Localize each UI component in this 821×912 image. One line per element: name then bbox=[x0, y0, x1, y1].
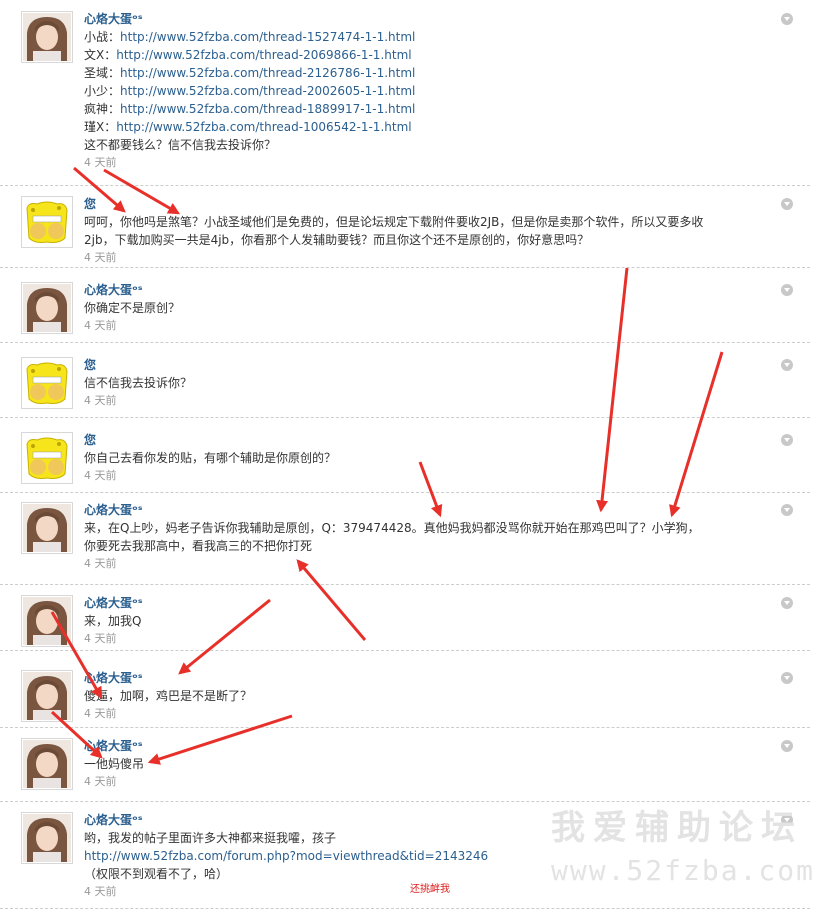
message-line: 来，在Q上吵，妈老子告诉你我辅助是原创，Q：379474428。真他妈我妈都没骂… bbox=[84, 519, 700, 537]
message-item: 心烙大蛋ᵒˢ 你确定不是原创？ 4 天前 bbox=[0, 267, 810, 343]
chevron-down-icon[interactable] bbox=[781, 198, 793, 210]
user-avatar[interactable] bbox=[21, 670, 73, 722]
chevron-down-icon[interactable] bbox=[781, 672, 793, 684]
message-line: 圣域：http://www.52fzba.com/thread-2126786-… bbox=[84, 64, 415, 82]
thread-link[interactable]: http://www.52fzba.com/thread-1889917-1-1… bbox=[120, 102, 415, 116]
timestamp: 4 天前 bbox=[84, 885, 117, 898]
author-name[interactable]: 心烙大蛋ᵒˢ bbox=[84, 811, 142, 829]
message-text: 瑾X： bbox=[84, 120, 117, 134]
author-name[interactable]: 心烙大蛋ᵒˢ bbox=[84, 281, 142, 299]
timestamp: 4 天前 bbox=[84, 707, 117, 720]
timestamp: 4 天前 bbox=[84, 156, 117, 169]
author-name[interactable]: 心烙大蛋ᵒˢ bbox=[84, 501, 142, 519]
message-item: 心烙大蛋ᵒˢ 傻逼，加啊，鸡巴是不是断了？ 4 天前 bbox=[0, 650, 810, 728]
chevron-down-icon[interactable] bbox=[781, 359, 793, 371]
message-line: 这不都要钱么？信不信我去投诉你？ bbox=[84, 136, 276, 154]
author-name[interactable]: 心烙大蛋ᵒˢ bbox=[84, 669, 142, 687]
message-text: 你确定不是原创？ bbox=[84, 301, 181, 315]
timestamp: 4 天前 bbox=[84, 469, 117, 482]
message-text: 一他妈傻吊 bbox=[84, 757, 145, 771]
user-avatar[interactable] bbox=[21, 595, 73, 647]
message-line: 文X：http://www.52fzba.com/thread-2069866-… bbox=[84, 46, 412, 64]
message-line: 信不信我去投诉你？ bbox=[84, 374, 192, 392]
watermark-cn: 我爱辅助论坛 bbox=[551, 808, 803, 848]
message-text: 圣域： bbox=[84, 66, 121, 80]
chevron-down-icon[interactable] bbox=[781, 13, 793, 25]
thread-link[interactable]: http://www.52fzba.com/thread-2069866-1-1… bbox=[116, 48, 411, 62]
timestamp: 4 天前 bbox=[84, 632, 117, 645]
timestamp: 4 天前 bbox=[84, 394, 117, 407]
self-avatar[interactable] bbox=[21, 196, 73, 248]
message-item: 心烙大蛋ᵒˢ 来，在Q上吵，妈老子告诉你我辅助是原创，Q：379474428。真他… bbox=[0, 492, 810, 585]
chevron-down-icon[interactable] bbox=[781, 434, 793, 446]
timestamp: 4 天前 bbox=[84, 775, 117, 788]
thread-link[interactable]: http://www.52fzba.com/thread-1527474-1-1… bbox=[120, 30, 415, 44]
author-name[interactable]: 您 bbox=[84, 195, 96, 213]
chevron-down-icon[interactable] bbox=[781, 284, 793, 296]
message-text: 小少： bbox=[84, 84, 121, 98]
message-line: 你要死去我那高中，看我高三的不把你打死 bbox=[84, 537, 312, 555]
message-line: http://www.52fzba.com/forum.php?mod=view… bbox=[84, 847, 488, 865]
message-line: 2jb，下载加购买一共是4jb，你看那个人发辅助要钱？而且你这个还不是原创的，你… bbox=[84, 231, 589, 249]
chevron-down-icon[interactable] bbox=[781, 740, 793, 752]
message-line: 傻逼，加啊，鸡巴是不是断了？ bbox=[84, 687, 252, 705]
message-text: 傻逼，加啊，鸡巴是不是断了？ bbox=[84, 689, 253, 703]
message-line: 你确定不是原创？ bbox=[84, 299, 180, 317]
message-text: 呵呵，你他吗是煞笔？小战圣域他们是免费的，但是论坛规定下载附件要收2JB，但是你… bbox=[84, 215, 704, 229]
user-avatar[interactable] bbox=[21, 738, 73, 790]
author-name[interactable]: 心烙大蛋ᵒˢ bbox=[84, 594, 142, 612]
self-avatar[interactable] bbox=[21, 357, 73, 409]
message-line: 你自己去看你发的贴，有哪个辅助是你原创的？ bbox=[84, 449, 336, 467]
message-item: 心烙大蛋ᵒˢ 小战：http://www.52fzba.com/thread-15… bbox=[0, 0, 810, 186]
author-name[interactable]: 您 bbox=[84, 431, 96, 449]
timestamp: 4 天前 bbox=[84, 319, 117, 332]
message-item: 您呵呵，你他吗是煞笔？小战圣域他们是免费的，但是论坛规定下载附件要收2JB，但是… bbox=[0, 185, 810, 268]
user-avatar[interactable] bbox=[21, 11, 73, 63]
author-name[interactable]: 心烙大蛋ᵒˢ bbox=[84, 737, 142, 755]
message-item: 心烙大蛋ᵒˢ 一他妈傻吊 4 天前 bbox=[0, 727, 810, 802]
message-text: 疯神： bbox=[84, 102, 121, 116]
message-line: 小少：http://www.52fzba.com/thread-2002605-… bbox=[84, 82, 415, 100]
message-text: 哟，我发的帖子里面许多大神都来挺我嚯，孩子 bbox=[84, 831, 337, 845]
thread-link[interactable]: http://www.52fzba.com/thread-2126786-1-1… bbox=[120, 66, 415, 80]
chevron-down-icon[interactable] bbox=[781, 504, 793, 516]
message-text: 你要死去我那高中，看我高三的不把你打死 bbox=[84, 539, 313, 553]
message-item: 您信不信我去投诉你？ 4 天前 bbox=[0, 342, 810, 418]
message-item: 心烙大蛋ᵒˢ 来，加我Q 4 天前 bbox=[0, 584, 810, 651]
message-text: 你自己去看你发的贴，有哪个辅助是你原创的？ bbox=[84, 451, 337, 465]
message-line: 疯神：http://www.52fzba.com/thread-1889917-… bbox=[84, 100, 415, 118]
message-line: 小战：http://www.52fzba.com/thread-1527474-… bbox=[84, 28, 415, 46]
message-text: 来，加我Q bbox=[84, 614, 142, 628]
message-line: 瑾X：http://www.52fzba.com/thread-1006542-… bbox=[84, 118, 412, 136]
message-line: 一他妈傻吊 bbox=[84, 755, 144, 773]
thread-link[interactable]: http://www.52fzba.com/forum.php?mod=view… bbox=[84, 849, 488, 863]
user-avatar[interactable] bbox=[21, 502, 73, 554]
message-line: 哟，我发的帖子里面许多大神都来挺我嚯，孩子 bbox=[84, 829, 336, 847]
message-text: 2jb，下载加购买一共是4jb，你看那个人发辅助要钱？而且你这个还不是原创的，你… bbox=[84, 233, 590, 247]
message-text: 文X： bbox=[84, 48, 117, 62]
message-text: 来，在Q上吵，妈老子告诉你我辅助是原创，Q：379474428。真他妈我妈都没骂… bbox=[84, 521, 700, 535]
message-line: 呵呵，你他吗是煞笔？小战圣域他们是免费的，但是论坛规定下载附件要收2JB，但是你… bbox=[84, 213, 703, 231]
author-name[interactable]: 您 bbox=[84, 356, 96, 374]
user-avatar[interactable] bbox=[21, 812, 73, 864]
watermark-en: www.52fzba.com bbox=[551, 854, 816, 887]
message-text: （权限不到观看不了，哈） bbox=[84, 867, 229, 881]
thread-link[interactable]: http://www.52fzba.com/thread-2002605-1-1… bbox=[120, 84, 415, 98]
message-text: 小战： bbox=[84, 30, 121, 44]
self-avatar[interactable] bbox=[21, 432, 73, 484]
timestamp: 4 天前 bbox=[84, 557, 117, 570]
message-text: 这不都要钱么？信不信我去投诉你？ bbox=[84, 138, 277, 152]
user-avatar[interactable] bbox=[21, 282, 73, 334]
chevron-down-icon[interactable] bbox=[781, 597, 793, 609]
message-item: 您你自己去看你发的贴，有哪个辅助是你原创的？ 4 天前 bbox=[0, 417, 810, 493]
thread-link[interactable]: http://www.52fzba.com/thread-1006542-1-1… bbox=[116, 120, 411, 134]
annotation-note: 还挑衅我 bbox=[410, 884, 450, 895]
message-line: （权限不到观看不了，哈） bbox=[84, 865, 228, 883]
message-text: 信不信我去投诉你？ bbox=[84, 376, 193, 390]
timestamp: 4 天前 bbox=[84, 251, 117, 264]
message-line: 来，加我Q bbox=[84, 612, 141, 630]
author-name[interactable]: 心烙大蛋ᵒˢ bbox=[84, 10, 142, 28]
